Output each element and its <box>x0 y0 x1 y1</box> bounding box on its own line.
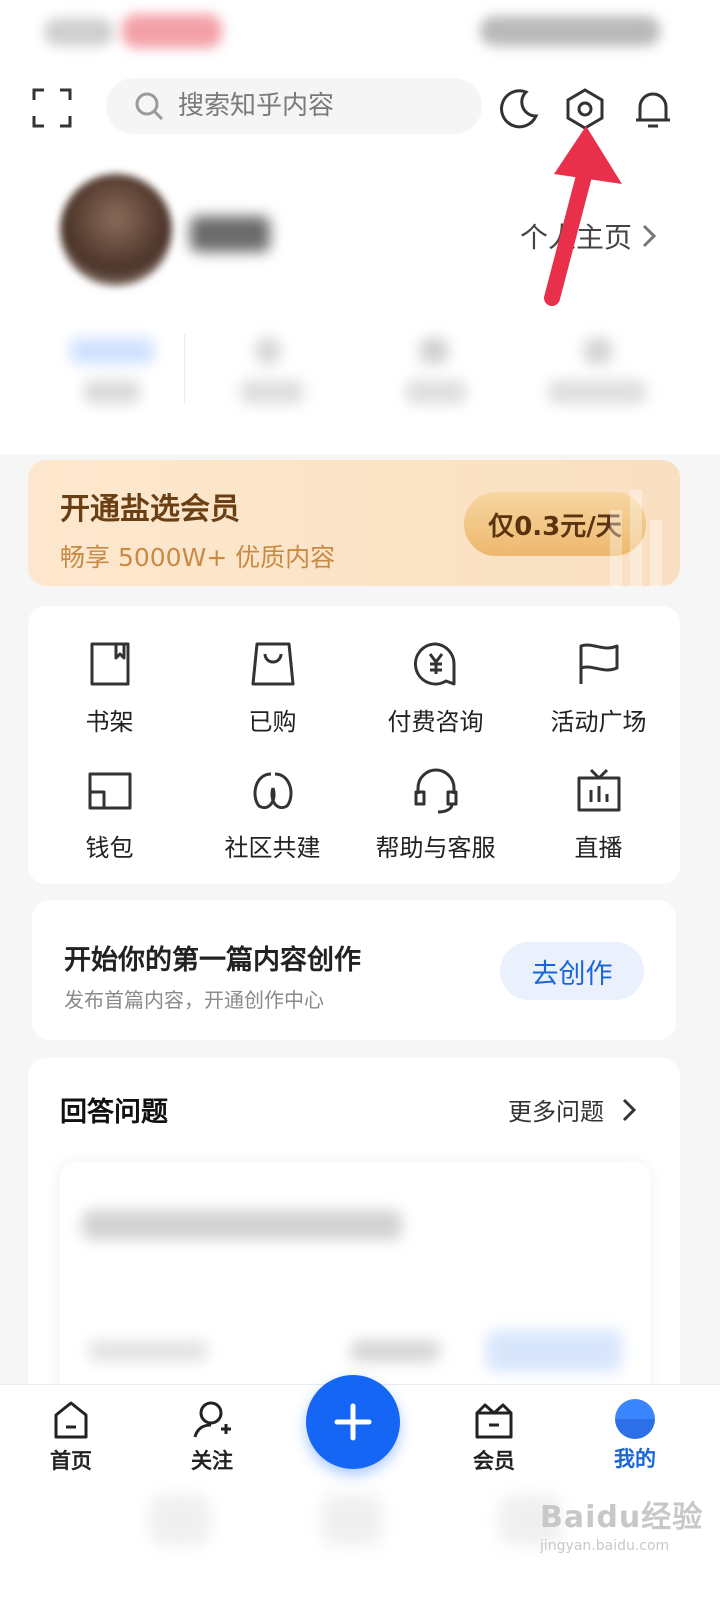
go-create-button[interactable]: 去创作 <box>500 942 644 1000</box>
stat-blurred <box>406 380 466 404</box>
system-bar-blurred <box>150 1495 210 1545</box>
divider <box>184 334 185 404</box>
feature-label: 书架 <box>85 708 134 736</box>
nav-home[interactable]: 首页 <box>16 1399 126 1475</box>
stat-blurred <box>240 380 304 404</box>
answer-section-title: 回答问题 <box>60 1097 168 1128</box>
follow-icon <box>193 1401 231 1438</box>
flag-icon <box>579 643 618 684</box>
vip-title: 开通盐选会员 <box>60 492 240 527</box>
question-meta-blurred <box>350 1340 440 1362</box>
create-title: 开始你的第一篇内容创作 <box>64 945 361 976</box>
night-mode-icon[interactable] <box>496 86 542 132</box>
feature-label: 活动广场 <box>550 708 647 736</box>
feature-help-service[interactable]: 帮助与客服 <box>354 766 517 876</box>
question-text-blurred <box>82 1210 402 1240</box>
scan-icon[interactable] <box>30 86 74 130</box>
create-fab-button[interactable] <box>306 1375 400 1469</box>
feature-wallet[interactable]: 钱包 <box>28 766 191 876</box>
chevron-right-icon <box>622 1098 636 1121</box>
search-icon <box>135 92 164 121</box>
feature-label: 直播 <box>574 834 623 862</box>
chevron-right-icon <box>642 224 657 248</box>
feature-paid-consult[interactable]: 付费咨询 <box>354 640 517 750</box>
status-bar <box>0 0 720 64</box>
nav-vip[interactable]: 会员 <box>439 1399 549 1475</box>
notification-bell-icon[interactable] <box>630 86 676 132</box>
question-meta-blurred <box>88 1340 208 1362</box>
stat-blurred <box>256 338 280 364</box>
feature-community[interactable]: 社区共建 <box>191 766 354 876</box>
write-answer-button-blurred[interactable] <box>486 1330 622 1372</box>
wallet-icon <box>88 772 131 810</box>
me-avatar-icon <box>615 1399 655 1439</box>
stat-blurred <box>84 380 140 404</box>
answer-questions-section: 回答问题 更多问题 <box>28 1058 680 1398</box>
community-icon <box>253 772 292 809</box>
more-questions-label: 更多问题 <box>508 1098 604 1126</box>
annotation-arrow-icon <box>544 126 622 306</box>
feature-label: 社区共建 <box>224 834 321 862</box>
purchased-bag-icon <box>251 642 294 686</box>
question-card[interactable] <box>60 1162 650 1398</box>
content-creation-card: 开始你的第一篇内容创作 发布首篇内容，开通创作中心 去创作 <box>32 900 676 1040</box>
live-tv-icon <box>577 768 620 812</box>
system-bar-blurred <box>322 1495 382 1545</box>
vip-icon <box>475 1403 513 1439</box>
more-questions-link[interactable]: 更多问题 <box>508 1092 636 1127</box>
search-input[interactable] <box>178 91 458 121</box>
stat-blurred <box>70 338 154 364</box>
watermark: Baidu经验 jingyan.baidu.com <box>540 1492 703 1554</box>
feature-purchased[interactable]: 已购 <box>191 640 354 750</box>
vip-membership-banner[interactable]: 开通盐选会员 畅享 5000W+ 优质内容 仅0.3元/天 <box>28 460 680 586</box>
decorative-pattern-icon <box>610 490 662 586</box>
feature-label: 帮助与客服 <box>375 834 496 862</box>
nav-me[interactable]: 我的 <box>580 1399 690 1473</box>
stat-blurred <box>584 338 612 364</box>
plus-icon <box>334 1403 372 1441</box>
vip-subtitle: 畅享 5000W+ 优质内容 <box>60 543 336 572</box>
create-subtitle: 发布首篇内容，开通创作中心 <box>64 988 324 1012</box>
feature-label: 付费咨询 <box>387 708 484 736</box>
feature-label: 钱包 <box>85 834 134 862</box>
stat-blurred <box>548 380 646 404</box>
feature-grid: 书架 已购 付费咨询 活动广场 钱包 社区共建 帮助与客服 直播 <box>28 606 680 884</box>
watermark-main: Baidu经验 <box>540 1500 704 1535</box>
watermark-sub: jingyan.baidu.com <box>540 1538 670 1554</box>
feature-bookshelf[interactable]: 书架 <box>28 640 191 750</box>
bookshelf-icon <box>90 642 129 686</box>
nav-follow[interactable]: 关注 <box>157 1399 267 1475</box>
nav-label: 我的 <box>614 1447 656 1471</box>
feature-label: 已购 <box>248 708 297 736</box>
paid-consult-icon <box>413 642 456 686</box>
feature-activity-square[interactable]: 活动广场 <box>517 640 680 750</box>
headset-icon <box>414 768 457 814</box>
nav-label: 首页 <box>50 1449 92 1473</box>
home-icon <box>54 1401 88 1439</box>
avatar[interactable] <box>60 174 172 286</box>
search-bar[interactable] <box>106 78 482 134</box>
feature-live[interactable]: 直播 <box>517 766 680 876</box>
nav-label: 关注 <box>191 1449 233 1473</box>
username-blurred <box>190 216 270 252</box>
stat-blurred <box>420 338 448 364</box>
nav-label: 会员 <box>473 1449 515 1473</box>
